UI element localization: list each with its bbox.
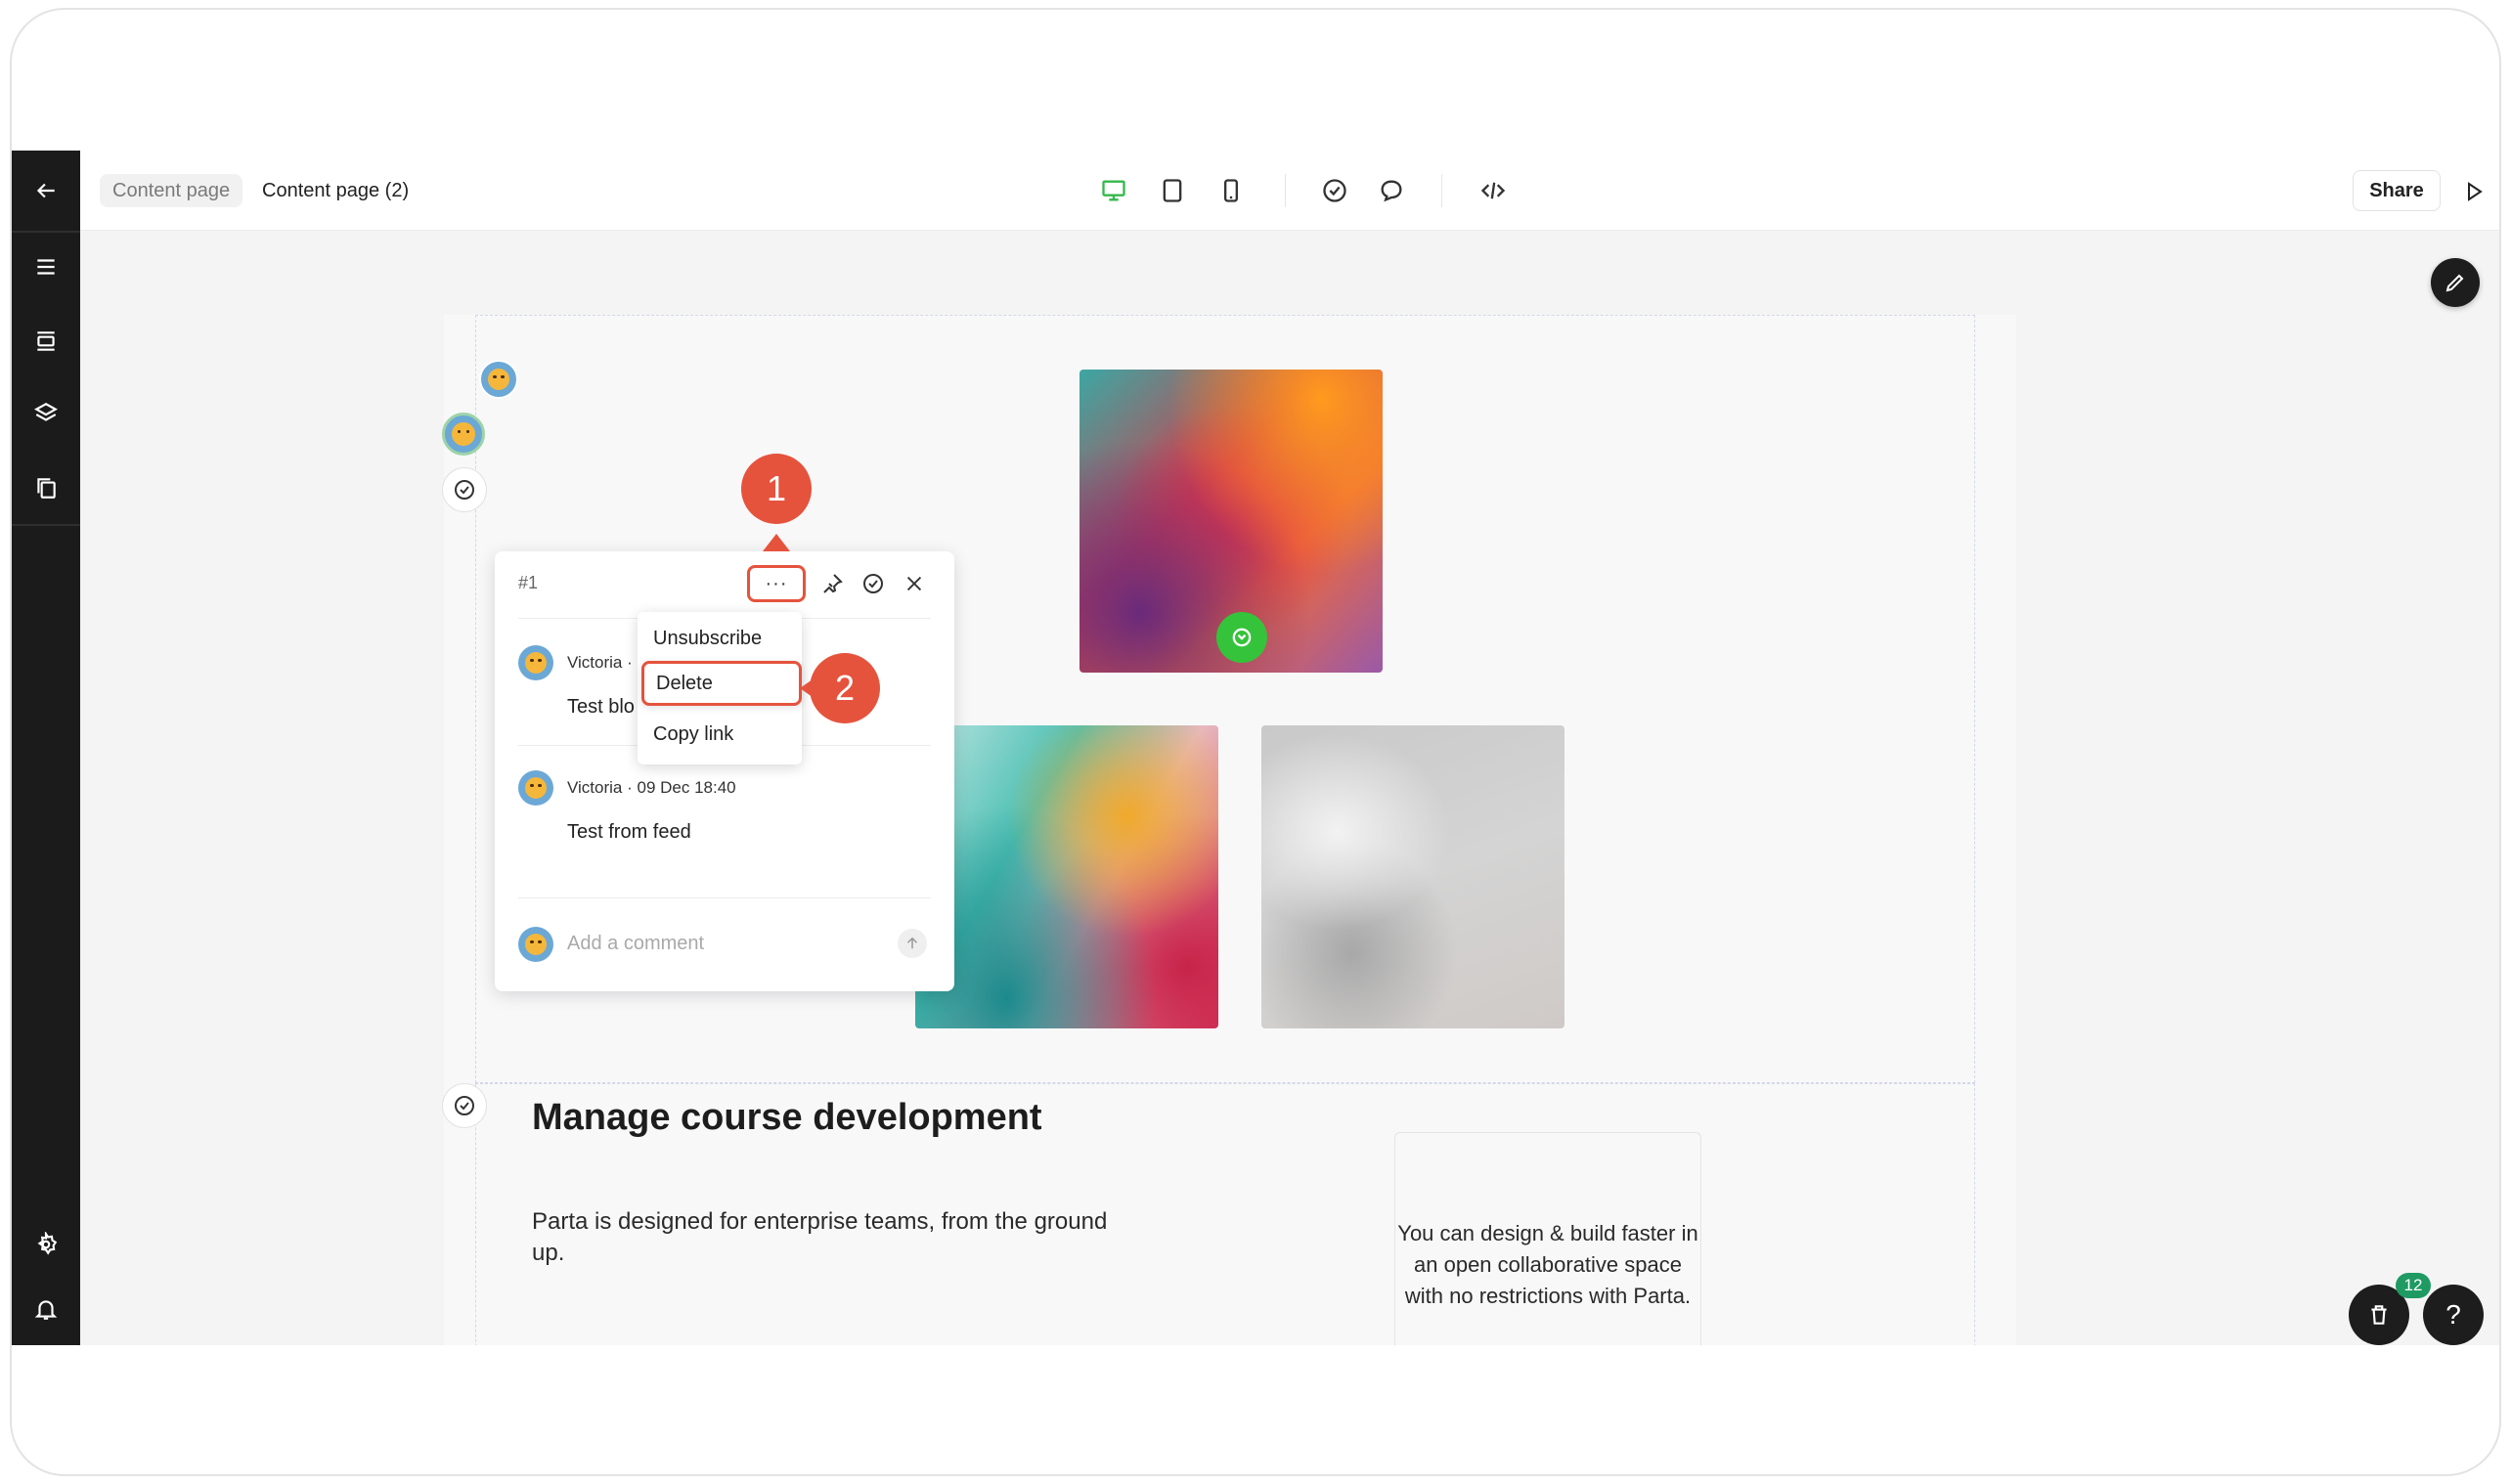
trash-count-badge: 12 — [2396, 1273, 2431, 1298]
commenter-avatar — [518, 645, 553, 680]
abstract-image-2[interactable] — [915, 725, 1218, 1028]
toolbar-divider — [1441, 174, 1442, 207]
close-icon[interactable] — [900, 569, 929, 598]
section-paragraph: Parta is designed for enterprise teams, … — [532, 1208, 1108, 1266]
layers-icon[interactable] — [12, 385, 80, 442]
comment-meta: Victoria · 09 Dec 18:40 — [567, 778, 736, 797]
step-callout-1: 1 — [741, 454, 812, 524]
device-frame: Content page Content page (2) Share Mana… — [10, 8, 2501, 1476]
comment-marker-avatar[interactable] — [479, 360, 518, 399]
comments-icon[interactable] — [1373, 172, 1410, 209]
menu-item-delete[interactable]: Delete — [641, 661, 802, 706]
step-callout-2: 2 — [810, 653, 880, 723]
pages-icon[interactable] — [12, 459, 80, 516]
resolve-check-icon[interactable] — [442, 467, 487, 512]
left-sidebar — [12, 151, 80, 1345]
help-button[interactable]: ? — [2423, 1285, 2484, 1345]
share-button[interactable]: Share — [2353, 170, 2441, 211]
active-comment-avatar[interactable] — [442, 413, 485, 456]
menu-icon[interactable] — [12, 239, 80, 295]
comment-body: Test from feed — [567, 821, 691, 843]
sections-icon[interactable] — [12, 313, 80, 370]
breadcrumb-parent[interactable]: Content page — [100, 174, 243, 207]
resolve-check-icon[interactable] — [859, 569, 888, 598]
card-text: You can design & build faster in an open… — [1397, 1221, 1698, 1308]
back-arrow-icon[interactable] — [12, 162, 80, 219]
more-options-menu: Unsubscribe Delete Copy link — [638, 612, 802, 764]
pin-icon[interactable] — [817, 569, 847, 598]
step-callout-1-pointer — [763, 534, 790, 551]
comment-meta: Victoria · — [567, 653, 633, 672]
comment-number: #1 — [518, 573, 539, 592]
desktop-view-icon[interactable] — [1095, 172, 1132, 209]
menu-item-unsubscribe[interactable]: Unsubscribe — [638, 616, 802, 661]
check-circle-icon[interactable] — [1316, 172, 1353, 209]
swap-image-icon[interactable] — [1216, 612, 1267, 663]
more-options-button[interactable]: ··· — [747, 565, 806, 602]
code-icon[interactable] — [1475, 172, 1512, 209]
sidebar-divider — [12, 231, 80, 233]
comment-panel-header: #1 ··· — [495, 551, 954, 614]
tablet-view-icon[interactable] — [1154, 172, 1191, 209]
edit-pencil-icon[interactable] — [2431, 258, 2480, 307]
notifications-bell-icon[interactable] — [12, 1281, 80, 1337]
abstract-image-3[interactable] — [1261, 725, 1564, 1028]
breadcrumb-current[interactable]: Content page (2) — [262, 174, 409, 207]
comment-input[interactable]: Add a comment — [567, 933, 704, 955]
commenter-avatar — [518, 770, 553, 806]
sidebar-divider — [12, 524, 80, 526]
send-arrow-icon[interactable] — [898, 929, 927, 958]
menu-item-copy-link[interactable]: Copy link — [638, 712, 802, 757]
top-toolbar: Content page Content page (2) Share — [80, 151, 2499, 231]
comment-body: Test blo — [567, 696, 635, 718]
mobile-view-icon[interactable] — [1212, 172, 1250, 209]
settings-gear-icon[interactable] — [12, 1216, 80, 1273]
editor-app: Content page Content page (2) Share Mana… — [12, 151, 2499, 1345]
section-heading: Manage course development — [532, 1097, 1042, 1138]
step-callout-2-pointer — [800, 675, 819, 702]
divider — [518, 897, 931, 898]
my-avatar — [518, 927, 553, 962]
resolve-check-icon[interactable] — [442, 1083, 487, 1128]
play-preview-icon[interactable] — [2454, 172, 2493, 211]
toolbar-divider — [1285, 174, 1286, 207]
